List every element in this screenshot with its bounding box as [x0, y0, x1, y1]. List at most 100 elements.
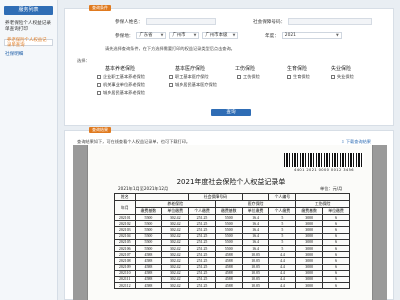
category-unemployment-title: 失业保险 [331, 66, 352, 72]
main-content: 查询条件 参保人姓名： 社会保障号码： 参保地： 广东省 ▼ 广州市 ▼ 广州市本级… [64, 0, 394, 300]
table-cell: 251.25 [188, 282, 216, 290]
city-value: 广州市 [172, 33, 186, 38]
checkbox-maternity[interactable]: 生育保险 [287, 74, 310, 80]
province-value: 广东省 [139, 33, 153, 38]
checkbox-label: 城乡居民基本医疗保险 [175, 82, 217, 87]
cell-yearmonth-header: 年月 [114, 200, 136, 215]
col-header: 单位缴费 [161, 207, 190, 215]
sidebar-item-record-query[interactable]: 养老保险个人权益记录单查询 [4, 38, 53, 48]
category-maternity-title: 生育保险 [287, 66, 308, 72]
table-cell: 302.42 [161, 282, 190, 290]
checkbox-icon[interactable] [331, 75, 335, 79]
district-value: 广州市本级 [205, 33, 228, 38]
col-header: 个人缴费 [188, 207, 216, 215]
query-panel-tag: 查询条件 [89, 5, 111, 11]
document-unit: 单位：元/月 [320, 186, 343, 191]
cell-group-injury: 工伤保险 [295, 200, 350, 208]
result-panel: 查询结果 查询结果如下，可在线查看个人权益记录单，也可下载打印。 ⇩ 下载查询结… [64, 127, 394, 300]
cell-ssn-label: 社会保障号码 [188, 193, 243, 201]
province-select[interactable]: 广东省 ▼ [136, 32, 167, 39]
district-select[interactable]: 广州市本级 ▼ [202, 32, 239, 39]
barcode-number: 4401 2021 0000 0012 3456 [294, 168, 354, 172]
table-cell: 4588 [134, 282, 163, 290]
cell-ssn-value [241, 193, 270, 201]
document-period: 2021年1月至2021年12月 [118, 186, 169, 191]
table-cell: 202112 [114, 282, 136, 290]
table-row: 202112 4588 302.42 251.25 4588 10.05 4.4 3000 6 [114, 282, 350, 290]
checkbox-institution-pension[interactable]: 机关事业单位养老保险 [97, 82, 145, 88]
sidebar-item-print-record[interactable]: 养老保险个人权益记录单查询打印 [4, 19, 53, 35]
cell-group-pension: 养老保险 [134, 200, 216, 208]
result-panel-tag: 查询结果 [89, 127, 111, 133]
city-select[interactable]: 广州市 ▼ [169, 32, 200, 39]
checkbox-icon[interactable] [97, 91, 101, 95]
checkbox-icon[interactable] [287, 75, 291, 79]
checkbox-label: 企业职工基本养老保险 [103, 74, 145, 79]
query-notice: 请先选择查询条件，在下方选择需要打印的权益记录类型后点击查询。 [105, 46, 235, 51]
table-cell: 10.05 [241, 282, 270, 290]
record-table: 姓名 社会保障号码 个人编号 年月 养老保险 医疗保险 工伤保险 缴费基数 单位… [114, 193, 350, 290]
checkbox-icon[interactable] [237, 75, 241, 79]
cell-name-value [134, 193, 190, 201]
column-header-row: 缴费基数 单位缴费 个人缴费 缴费基数 单位缴费 个人缴费 缴费基数 单位缴费 [115, 207, 350, 215]
checkbox-icon[interactable] [169, 83, 173, 87]
checkbox-unemployment[interactable]: 失业保险 [331, 74, 354, 80]
checkbox-injury[interactable]: 工伤保险 [237, 74, 260, 80]
table-body: 202101 5500 302.42 251.25 5500 16.4 5 3000 6 2021… [114, 213, 350, 290]
query-button[interactable]: 查询 [211, 109, 251, 116]
table-cell: 6 [322, 282, 350, 290]
sidebar-item-detail[interactable]: 社保明细 [4, 50, 53, 60]
checkbox-label: 机关事业单位养老保险 [103, 82, 145, 87]
year-label: 年度： [265, 33, 279, 39]
checkbox-resident-pension[interactable]: 城乡居民基本养老保险 [97, 90, 145, 96]
chevron-down-icon: ▼ [232, 33, 236, 37]
download-label: 下载查询结果 [345, 139, 371, 144]
checkbox-enterprise-pension[interactable]: 企业职工基本养老保险 [97, 74, 145, 80]
ssn-input[interactable] [288, 18, 373, 25]
col-header: 个人缴费 [268, 207, 297, 215]
document-page: 4401 2021 0000 0012 3456 2021年度社会保险个人权益记… [87, 145, 373, 300]
cell-group-medical: 医疗保险 [214, 200, 297, 208]
group-row: 年月 养老保险 医疗保险 工伤保险 [114, 200, 350, 215]
sidebar: 服务列表 养老保险个人权益记录单查询打印 养老保险个人权益记录单查询 社保明细 [0, 0, 58, 300]
col-header: 缴费基数 [134, 207, 163, 215]
ssn-label: 社会保障号码： [253, 19, 286, 25]
checkbox-label: 城乡居民基本养老保险 [103, 90, 145, 95]
table-cell: 4588 [214, 282, 243, 290]
table-cell: 4.4 [268, 282, 297, 290]
col-header: 缴费基数 [295, 207, 324, 215]
chevron-down-icon: ▼ [160, 33, 164, 37]
checkbox-label: 职工基本医疗保险 [175, 74, 209, 79]
category-medical-title: 基本医疗保险 [175, 66, 206, 72]
checkbox-label: 生育保险 [293, 74, 310, 79]
checkbox-employee-medical[interactable]: 职工基本医疗保险 [169, 74, 209, 80]
barcode [284, 153, 364, 167]
chevron-down-icon: ▼ [193, 33, 197, 37]
checkbox-label: 失业保险 [337, 74, 354, 79]
cell-personal-id-value [295, 193, 350, 201]
checkbox-icon[interactable] [97, 75, 101, 79]
checkbox-icon[interactable] [97, 83, 101, 87]
checkbox-icon[interactable] [169, 75, 173, 79]
cell-name-label: 姓名 [114, 193, 136, 201]
col-header: 单位缴费 [241, 207, 270, 215]
checkbox-resident-medical[interactable]: 城乡居民基本医疗保险 [169, 82, 217, 88]
document-viewer[interactable]: 4401 2021 0000 0012 3456 2021年度社会保险个人权益记… [73, 145, 387, 300]
select-label: 选择： [77, 58, 90, 63]
sidebar-header: 服务列表 [4, 6, 53, 15]
col-header: 单位缴费 [322, 207, 350, 215]
category-pension-title: 基本养老保险 [105, 66, 136, 72]
year-value: 2021 [284, 33, 296, 38]
region-label: 参保地： [115, 33, 134, 39]
name-label: 参保人姓名： [115, 19, 143, 25]
checkbox-label: 工伤保险 [243, 74, 260, 79]
query-panel: 查询条件 参保人姓名： 社会保障号码： 参保地： 广东省 ▼ 广州市 ▼ 广州市本级… [64, 5, 394, 126]
name-input[interactable] [145, 18, 216, 25]
col-header: 缴费基数 [214, 207, 243, 215]
year-select[interactable]: 2021 ▼ [281, 32, 342, 39]
chevron-down-icon: ▼ [336, 33, 339, 37]
download-icon: ⇩ [341, 139, 345, 144]
cell-personal-id-label: 个人编号 [268, 193, 297, 201]
table-cell: 3000 [295, 282, 324, 290]
category-injury-title: 工伤保险 [235, 66, 256, 72]
